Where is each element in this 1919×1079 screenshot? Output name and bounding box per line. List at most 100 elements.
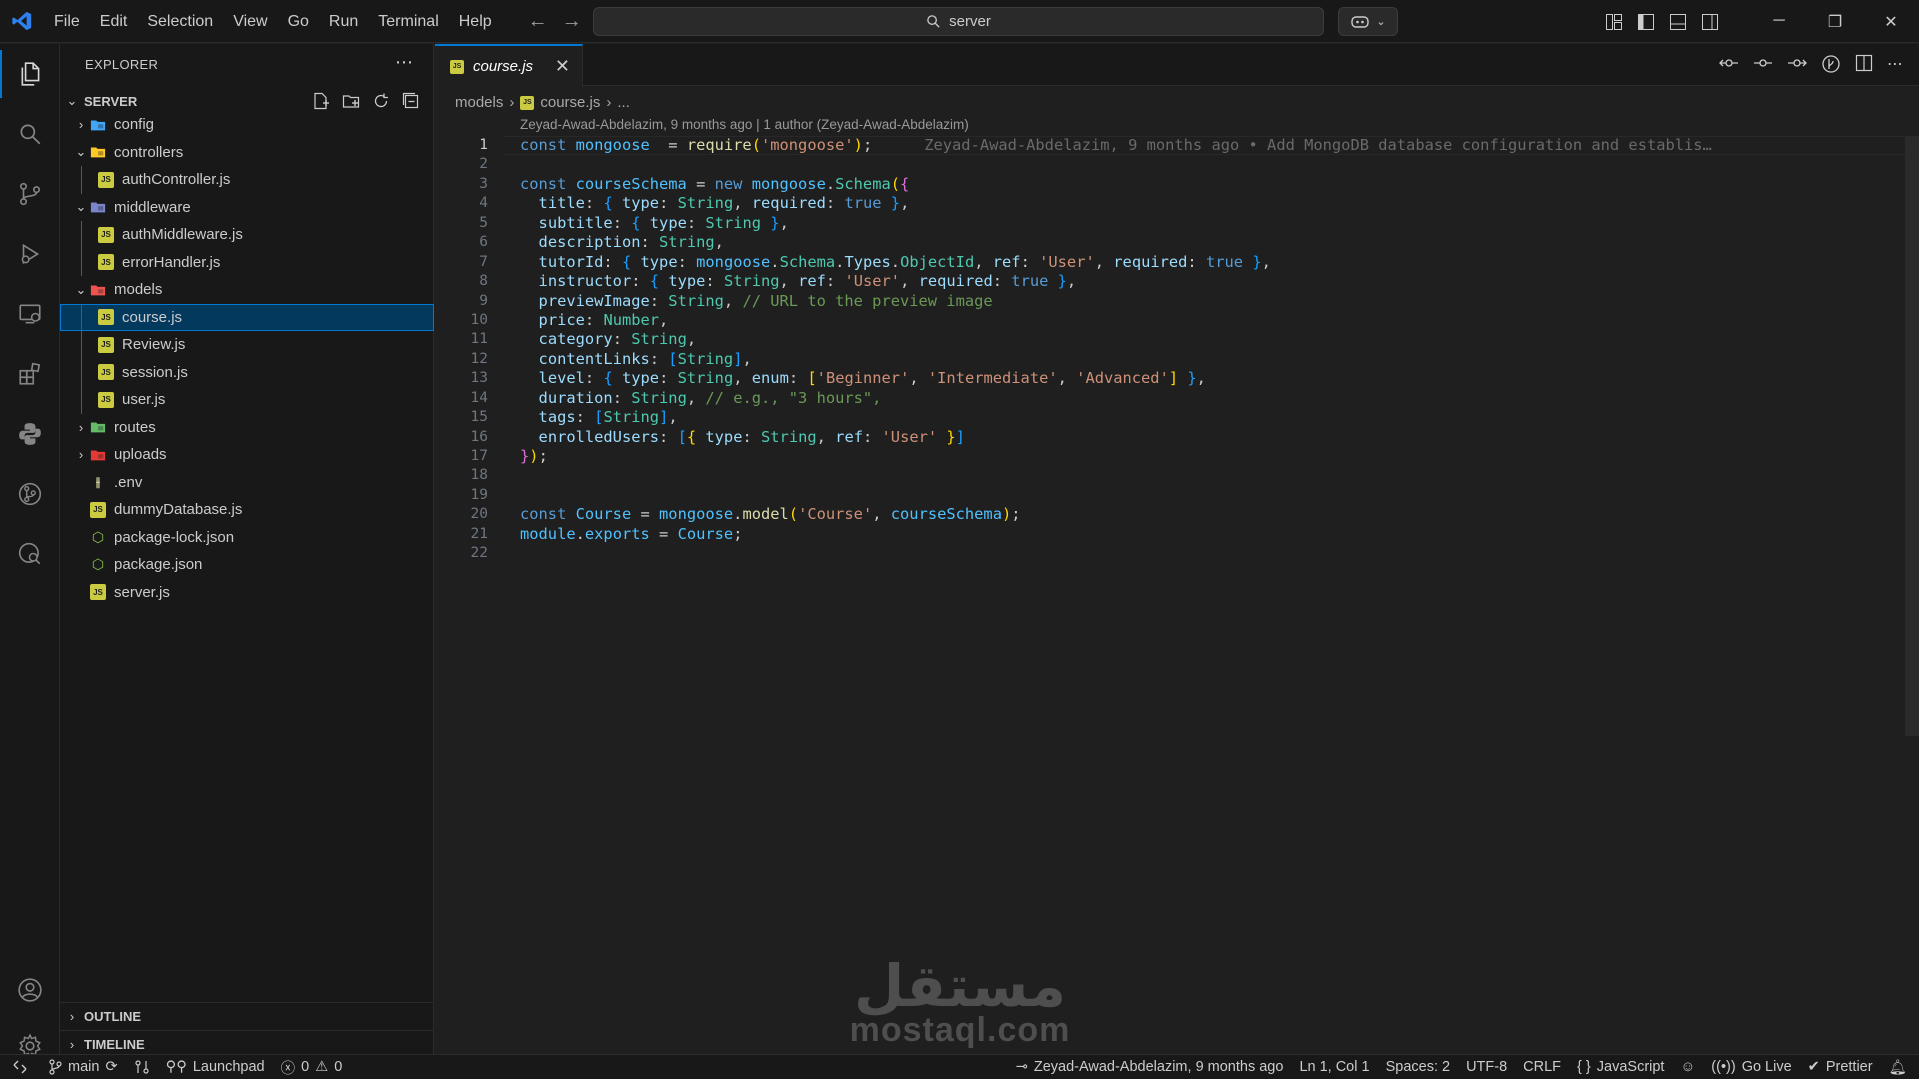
tree-file[interactable]: JS user.js — [60, 386, 434, 414]
next-change-icon[interactable] — [1787, 54, 1807, 72]
more-actions-icon[interactable]: ⋯ — [1887, 54, 1903, 74]
code-line[interactable]: 14 duration: String, // e.g., "3 hours", — [435, 389, 1919, 408]
code-editor[interactable]: 1 const mongoose = require('mongoose'); Ze… — [435, 136, 1919, 564]
tree-file[interactable]: JS server.js — [60, 579, 434, 607]
tree-file[interactable]: JS authMiddleware.js — [60, 221, 434, 249]
close-window-icon[interactable]: ✕ — [1863, 12, 1919, 32]
customize-layout-icon[interactable] — [1605, 13, 1623, 31]
tree-file[interactable]: JS authController.js — [60, 166, 434, 194]
back-arrow-icon[interactable]: ← — [528, 10, 548, 33]
code-line[interactable]: 7 tutorId: { type: mongoose.Schema.Types… — [435, 253, 1919, 272]
code-line[interactable]: 4 title: { type: String, required: true … — [435, 194, 1919, 213]
server-folder-header[interactable]: ⌄ SERVER — [60, 89, 434, 113]
tree-file[interactable]: ⫲ .env — [60, 469, 434, 497]
problems-item[interactable]: ⓧ 0 ⚠ 0 — [273, 1057, 351, 1078]
tree-folder[interactable]: ⌄ models — [60, 276, 434, 304]
breadcrumb-models[interactable]: models — [455, 94, 503, 111]
collapse-all-icon[interactable] — [402, 92, 420, 110]
code-line[interactable]: 8 instructor: { type: String, ref: 'User… — [435, 272, 1919, 291]
code-line[interactable]: 12 contentLinks: [String], — [435, 350, 1919, 369]
explorer-icon[interactable] — [0, 50, 60, 98]
indentation[interactable]: Spaces: 2 — [1378, 1059, 1459, 1075]
code-line[interactable]: 6 description: String, — [435, 233, 1919, 252]
source-control-icon[interactable] — [0, 170, 60, 218]
open-changes-icon[interactable] — [1719, 54, 1739, 72]
code-line[interactable]: 20 const Course = mongoose.model('Course'… — [435, 505, 1919, 524]
notifications-item[interactable]: 🔔︎ — [1881, 1059, 1919, 1076]
breadcrumb-symbol[interactable]: ... — [617, 94, 630, 111]
code-line[interactable]: 13 level: { type: String, enum: ['Beginn… — [435, 369, 1919, 388]
tree-folder[interactable]: › routes — [60, 414, 434, 442]
remote-indicator[interactable] — [0, 1059, 40, 1075]
code-line[interactable]: 16 enrolledUsers: [{ type: String, ref: … — [435, 428, 1919, 447]
gitlens-blame-icon[interactable] — [1821, 54, 1841, 74]
menu-terminal[interactable]: Terminal — [368, 0, 448, 43]
split-editor-icon[interactable] — [1855, 54, 1873, 72]
extensions-icon[interactable] — [0, 350, 60, 398]
menu-help[interactable]: Help — [449, 0, 502, 43]
new-folder-icon[interactable] — [342, 92, 360, 110]
run-debug-icon[interactable] — [0, 230, 60, 278]
encoding[interactable]: UTF-8 — [1458, 1059, 1515, 1075]
editor-scrollbar[interactable] — [1905, 136, 1919, 736]
forward-arrow-icon[interactable]: → — [562, 10, 582, 33]
launchpad-item[interactable]: ⚲⚲ Launchpad — [158, 1059, 273, 1075]
language-mode[interactable]: { } JavaScript — [1569, 1059, 1672, 1075]
go-live-item[interactable]: ((•)) Go Live — [1703, 1059, 1799, 1075]
blame-status-item[interactable]: ⊸ Zeyad-Awad-Abdelazim, 9 months ago — [1008, 1059, 1292, 1075]
code-line[interactable]: 22 — [435, 544, 1919, 563]
tree-folder[interactable]: ⌄ controllers — [60, 139, 434, 167]
code-line[interactable]: 1 const mongoose = require('mongoose'); Ze… — [435, 136, 1919, 156]
new-file-icon[interactable] — [312, 92, 330, 110]
copilot-status[interactable]: ☺ — [1672, 1059, 1703, 1075]
gitlens-inspect-icon[interactable] — [0, 530, 60, 578]
breadcrumb-file[interactable]: course.js — [540, 94, 600, 111]
cursor-position[interactable]: Ln 1, Col 1 — [1291, 1059, 1377, 1075]
code-line[interactable]: 10 price: Number, — [435, 311, 1919, 330]
previous-change-icon[interactable] — [1753, 54, 1773, 72]
code-line[interactable]: 19 — [435, 486, 1919, 505]
tree-file[interactable]: JS Review.js — [60, 331, 434, 359]
end-of-line[interactable]: CRLF — [1515, 1059, 1569, 1075]
tab-course-js[interactable]: JS course.js ✕ — [435, 44, 583, 87]
accounts-icon[interactable] — [0, 966, 60, 1014]
menu-edit[interactable]: Edit — [90, 0, 138, 43]
command-center-search[interactable]: server — [593, 7, 1324, 36]
branch-indicator[interactable]: main ⟳ — [40, 1059, 126, 1075]
menu-go[interactable]: Go — [278, 0, 319, 43]
code-line[interactable]: 3 const courseSchema = new mongoose.Schem… — [435, 175, 1919, 194]
prettier-item[interactable]: ✔ Prettier — [1800, 1059, 1881, 1075]
tree-file[interactable]: ⬡ package.json — [60, 551, 434, 579]
gitlens-icon[interactable] — [0, 470, 60, 518]
sync-icon[interactable]: ⟳ — [105, 1059, 117, 1075]
restore-icon[interactable]: ❐ — [1807, 12, 1863, 32]
toggle-panel-icon[interactable] — [1669, 13, 1687, 31]
menu-run[interactable]: Run — [319, 0, 368, 43]
code-line[interactable]: 5 subtitle: { type: String }, — [435, 214, 1919, 233]
tree-file[interactable]: JS session.js — [60, 358, 434, 386]
search-icon[interactable] — [0, 110, 60, 158]
remote-explorer-icon[interactable] — [0, 290, 60, 338]
code-line[interactable]: 18 — [435, 466, 1919, 485]
tree-folder[interactable]: ⌄ middleware — [60, 194, 434, 222]
tree-folder[interactable]: › uploads — [60, 441, 434, 469]
tree-folder[interactable]: › config — [60, 111, 434, 139]
tree-file[interactable]: JS dummyDatabase.js — [60, 496, 434, 524]
more-actions-icon[interactable]: ⋯ — [395, 52, 413, 73]
code-line[interactable]: 21 module.exports = Course; — [435, 525, 1919, 544]
tree-file[interactable]: JS errorHandler.js — [60, 248, 434, 276]
codelens-blame-header[interactable]: Zeyad-Awad-Abdelazim, 9 months ago | 1 a… — [520, 117, 969, 132]
code-line[interactable]: 2 — [435, 155, 1919, 174]
menu-selection[interactable]: Selection — [137, 0, 223, 43]
menu-file[interactable]: File — [44, 0, 90, 43]
copilot-button[interactable]: ⌄ — [1338, 7, 1398, 36]
code-line[interactable]: 9 previewImage: String, // URL to the pr… — [435, 292, 1919, 311]
git-graph-item[interactable] — [126, 1059, 158, 1075]
outline-section-header[interactable]: › OUTLINE — [60, 1002, 434, 1029]
close-icon[interactable]: ✕ — [555, 56, 570, 77]
minimize-icon[interactable]: ─ — [1751, 12, 1807, 32]
timeline-section-header[interactable]: › TIMELINE — [60, 1030, 434, 1057]
refresh-icon[interactable] — [372, 92, 390, 110]
menu-view[interactable]: View — [223, 0, 277, 43]
toggle-secondary-sidebar-icon[interactable] — [1701, 13, 1719, 31]
